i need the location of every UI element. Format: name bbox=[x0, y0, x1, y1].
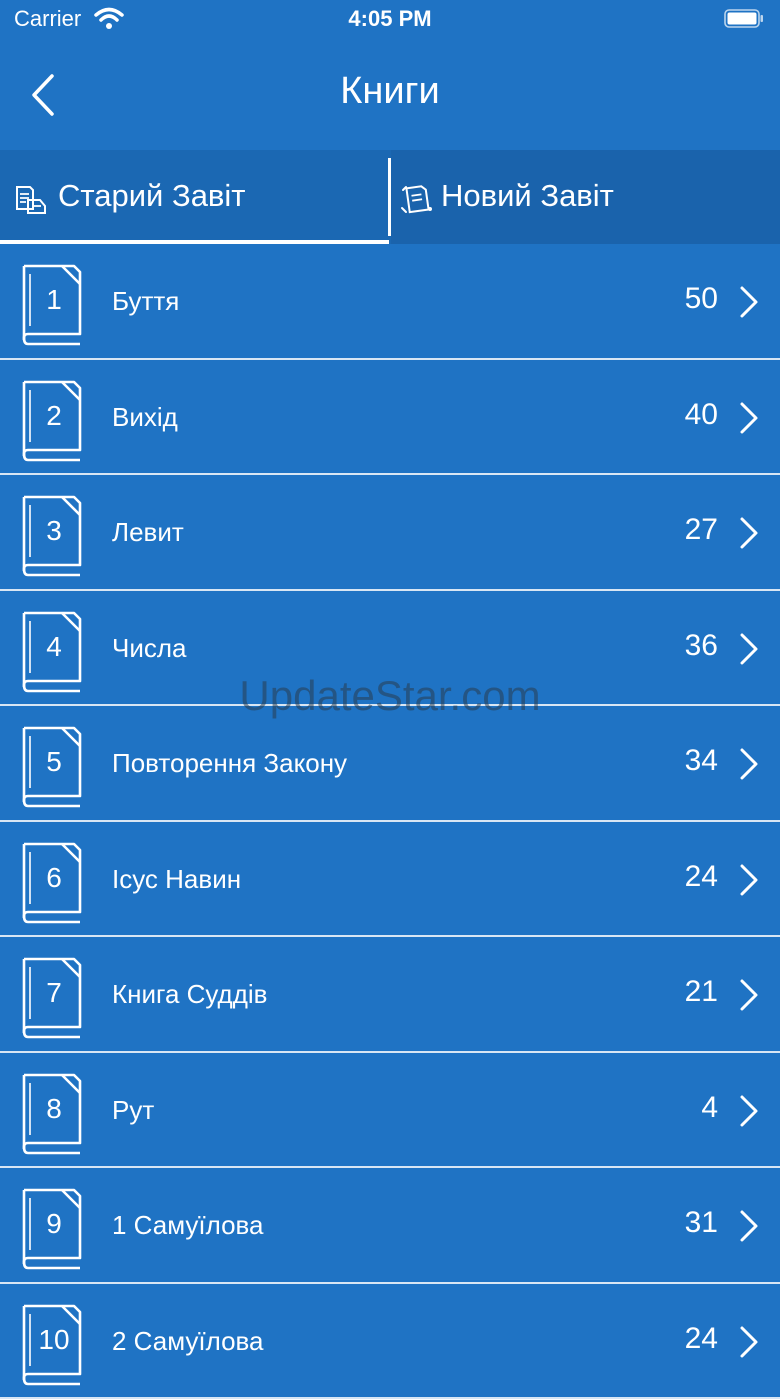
book-number: 5 bbox=[28, 746, 80, 778]
book-number: 4 bbox=[28, 631, 80, 663]
chevron-right-icon bbox=[738, 746, 760, 782]
chapter-count: 36 bbox=[685, 629, 718, 663]
testament-tabs: Старий Завіт Новий Завіт bbox=[0, 150, 780, 244]
list-item[interactable]: 9 1 Самуїлова 31 bbox=[0, 1168, 780, 1284]
chevron-right-icon bbox=[738, 1324, 760, 1360]
tab-old-testament[interactable]: Старий Завіт bbox=[0, 150, 388, 244]
book-name: Повторення Закону bbox=[112, 748, 347, 779]
book-number: 10 bbox=[28, 1324, 80, 1356]
old-testament-icon bbox=[14, 182, 50, 216]
chapter-count: 24 bbox=[685, 1322, 718, 1356]
chevron-right-icon bbox=[738, 1208, 760, 1244]
chevron-right-icon bbox=[738, 400, 760, 436]
chapter-count: 24 bbox=[685, 860, 718, 894]
list-item[interactable]: 5 Повторення Закону 34 bbox=[0, 706, 780, 822]
book-name: 2 Самуїлова bbox=[112, 1326, 264, 1357]
status-time: 4:05 PM bbox=[0, 6, 780, 32]
page-title: Книги bbox=[0, 70, 780, 113]
book-number: 9 bbox=[28, 1208, 80, 1240]
book-list: 1 Буття 50 2 Вихід 40 3 Левит 27 bbox=[0, 244, 780, 1399]
status-bar: Carrier 4:05 PM bbox=[0, 0, 780, 40]
navigation-bar: Книги bbox=[0, 40, 780, 150]
chapter-count: 31 bbox=[685, 1206, 718, 1240]
chapter-count: 4 bbox=[701, 1091, 718, 1125]
list-item[interactable]: 6 Ісус Навин 24 bbox=[0, 822, 780, 938]
book-number: 8 bbox=[28, 1093, 80, 1125]
book-number: 6 bbox=[28, 862, 80, 894]
chapter-count: 40 bbox=[685, 398, 718, 432]
list-item[interactable]: 8 Рут 4 bbox=[0, 1053, 780, 1169]
chevron-right-icon bbox=[738, 862, 760, 898]
book-name: Буття bbox=[112, 286, 179, 317]
book-name: Числа bbox=[112, 633, 186, 664]
tab-new-testament[interactable]: Новий Завіт bbox=[391, 150, 780, 244]
chapter-count: 27 bbox=[685, 513, 718, 547]
chapter-count: 21 bbox=[685, 975, 718, 1009]
chapter-count: 50 bbox=[685, 282, 718, 316]
list-item[interactable]: 4 Числа 36 bbox=[0, 591, 780, 707]
chapter-count: 34 bbox=[685, 744, 718, 778]
chevron-right-icon bbox=[738, 1093, 760, 1129]
list-item[interactable]: 3 Левит 27 bbox=[0, 475, 780, 591]
new-testament-icon bbox=[399, 182, 435, 216]
tab-old-testament-label: Старий Завіт bbox=[58, 178, 245, 214]
list-item[interactable]: 2 Вихід 40 bbox=[0, 360, 780, 476]
book-name: Рут bbox=[112, 1095, 154, 1126]
battery-icon bbox=[724, 9, 764, 28]
book-number: 3 bbox=[28, 515, 80, 547]
book-name: 1 Самуїлова bbox=[112, 1210, 264, 1241]
book-name: Книга Суддів bbox=[112, 979, 267, 1010]
chevron-right-icon bbox=[738, 515, 760, 551]
book-number: 1 bbox=[28, 284, 80, 316]
chevron-right-icon bbox=[738, 284, 760, 320]
tab-new-testament-label: Новий Завіт bbox=[441, 178, 614, 214]
list-item[interactable]: 7 Книга Суддів 21 bbox=[0, 937, 780, 1053]
book-number: 7 bbox=[28, 977, 80, 1009]
book-name: Левит bbox=[112, 517, 184, 548]
book-number: 2 bbox=[28, 400, 80, 432]
chevron-right-icon bbox=[738, 977, 760, 1013]
book-name: Вихід bbox=[112, 402, 178, 433]
list-item[interactable]: 1 Буття 50 bbox=[0, 244, 780, 360]
chevron-right-icon bbox=[738, 631, 760, 667]
list-item[interactable]: 10 2 Самуїлова 24 bbox=[0, 1284, 780, 1399]
book-name: Ісус Навин bbox=[112, 864, 241, 895]
